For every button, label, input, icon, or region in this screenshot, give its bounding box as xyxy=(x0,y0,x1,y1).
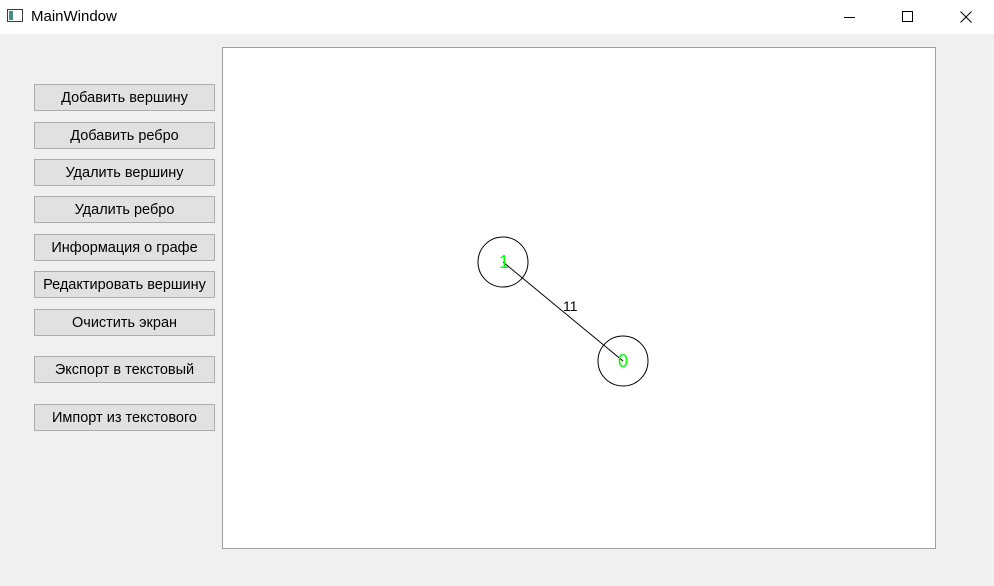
graph-info-button[interactable]: Информация о графе xyxy=(34,234,215,261)
title-bar: MainWindow xyxy=(0,0,994,34)
delete-edge-button[interactable]: Удалить ребро xyxy=(34,196,215,223)
import-text-button[interactable]: Импорт из текстового xyxy=(34,404,215,431)
graph-vertex[interactable]: 0 xyxy=(597,335,649,387)
export-text-button[interactable]: Экспорт в текстовый xyxy=(34,356,215,383)
graph-canvas[interactable]: 11 1 0 xyxy=(222,47,936,549)
clear-screen-button[interactable]: Очистить экран xyxy=(34,309,215,336)
maximize-button[interactable] xyxy=(879,0,937,34)
maximize-icon xyxy=(902,11,913,22)
graph-svg: 11 1 0 xyxy=(477,236,649,387)
close-button[interactable] xyxy=(937,0,994,34)
delete-vertex-button[interactable]: Удалить вершину xyxy=(34,159,215,186)
minimize-icon xyxy=(844,17,855,18)
add-edge-button[interactable]: Добавить ребро xyxy=(34,122,215,149)
add-vertex-button[interactable]: Добавить вершину xyxy=(34,84,215,111)
graph-vertex[interactable]: 1 xyxy=(477,236,529,288)
vertex-label: 1 xyxy=(499,252,509,272)
app-icon xyxy=(7,9,23,22)
close-icon xyxy=(960,11,972,23)
main-window: MainWindow Добавить вершину Добавить реб… xyxy=(0,0,994,586)
edge-weight-label: 11 xyxy=(563,298,578,314)
minimize-button[interactable] xyxy=(821,0,879,34)
vertex-label: 0 xyxy=(618,351,628,371)
edit-vertex-button[interactable]: Редактировать вершину xyxy=(34,271,215,298)
window-title: MainWindow xyxy=(31,8,117,25)
